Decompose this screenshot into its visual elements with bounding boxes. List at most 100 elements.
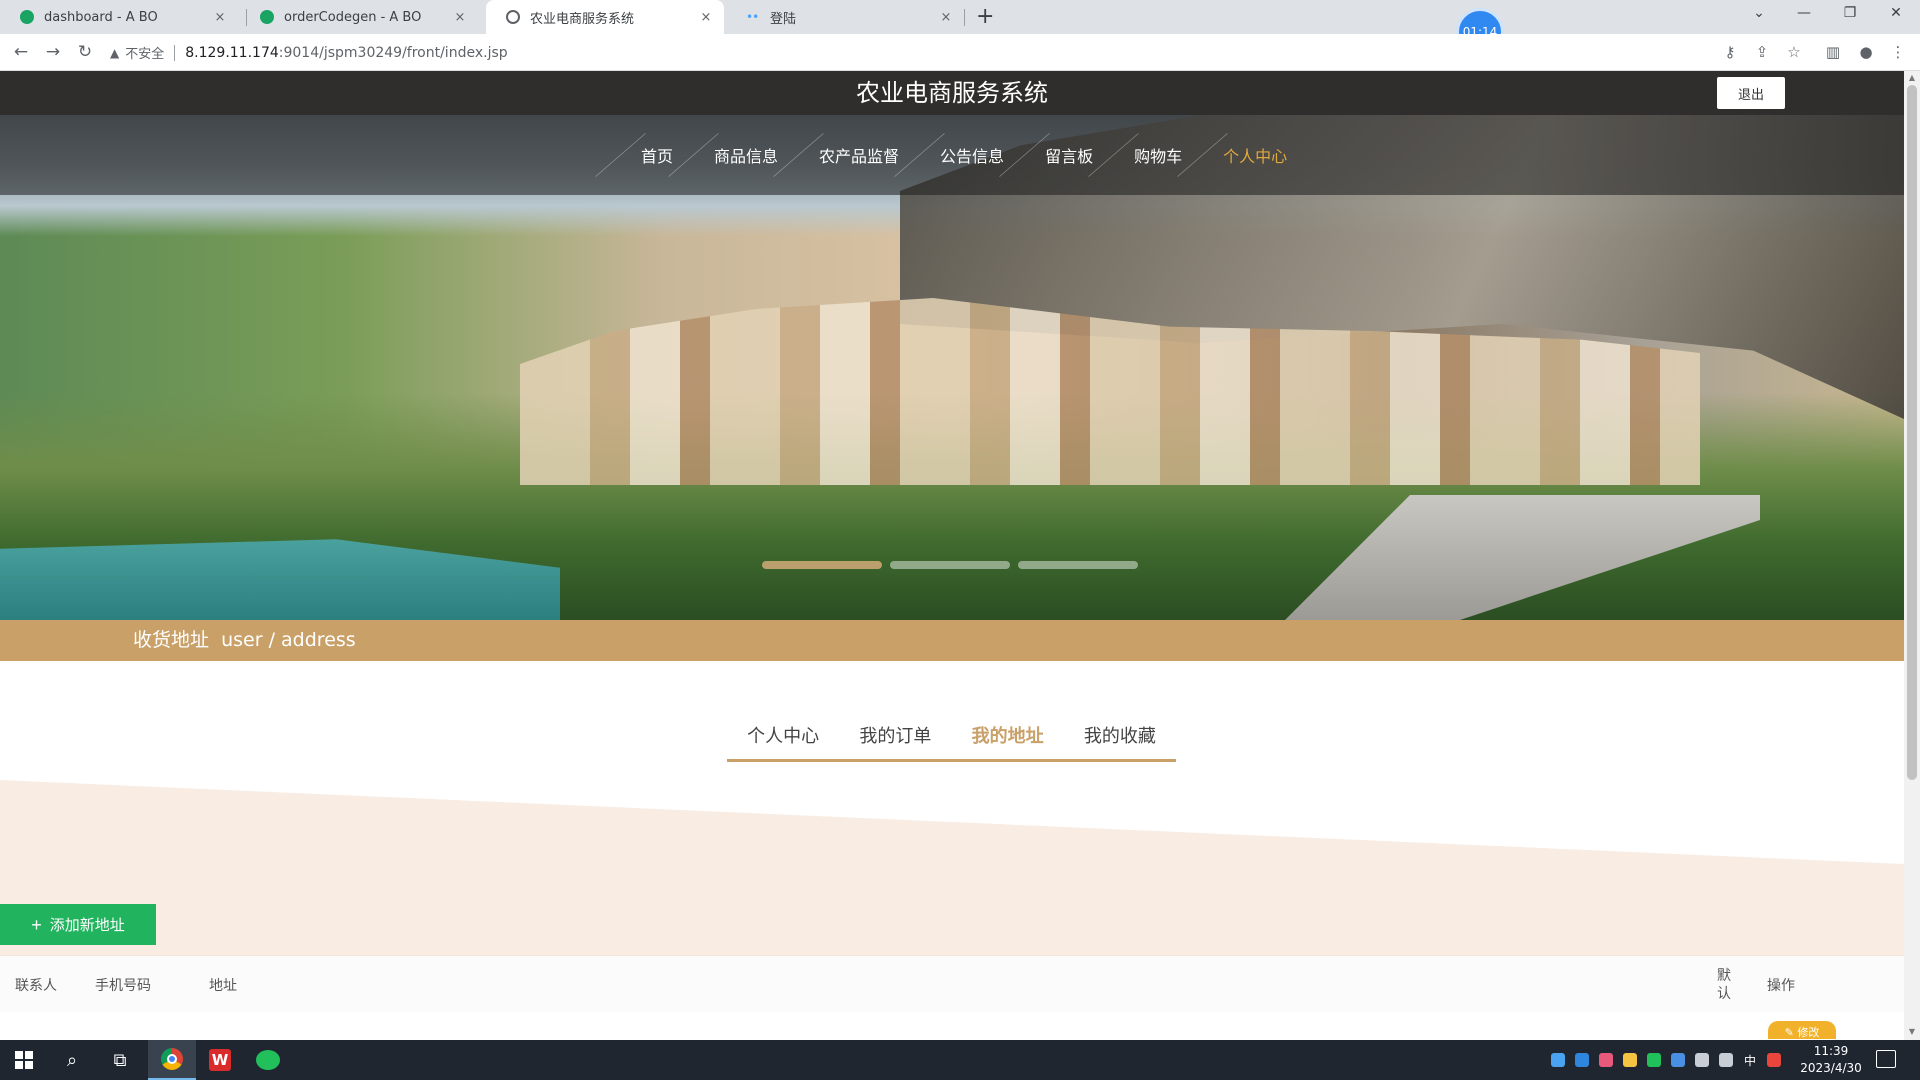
side-panel-icon[interactable]: ▥ bbox=[1823, 43, 1843, 61]
close-icon[interactable]: × bbox=[452, 10, 468, 25]
column-default: 默认 bbox=[1717, 967, 1731, 1002]
star-icon[interactable]: ☆ bbox=[1784, 43, 1804, 61]
wechat-icon bbox=[256, 1050, 280, 1070]
wps-taskbar-icon[interactable]: W bbox=[196, 1040, 244, 1080]
url-host: 8.129.11.174 bbox=[185, 44, 279, 61]
reload-icon[interactable]: ↻ bbox=[74, 42, 96, 62]
nav-item-products[interactable]: 商品信息 bbox=[694, 115, 798, 195]
restore-icon[interactable]: ❐ bbox=[1840, 5, 1860, 21]
tab-login[interactable]: •• 登陆 × bbox=[726, 0, 964, 34]
network-icon[interactable] bbox=[1695, 1053, 1709, 1067]
search-icon[interactable]: ⌕ bbox=[48, 1040, 96, 1080]
nav-item-personal-center[interactable]: 个人中心 bbox=[1203, 115, 1307, 195]
notification-icon[interactable] bbox=[1876, 1050, 1896, 1068]
banner-road bbox=[1285, 495, 1760, 620]
security-label: 不安全 bbox=[125, 47, 165, 62]
tab-personal-center[interactable]: 个人中心 bbox=[747, 722, 819, 748]
tray-app-icon[interactable] bbox=[1599, 1053, 1613, 1067]
logout-button[interactable]: 退出 bbox=[1717, 77, 1785, 109]
carousel-dot-2[interactable] bbox=[890, 561, 1010, 569]
clock-time: 11:39 bbox=[1813, 1044, 1849, 1058]
onedrive-icon[interactable] bbox=[1575, 1053, 1589, 1067]
column-phone: 手机号码 bbox=[95, 977, 151, 994]
windows-taskbar: ⌕ ⧉ W 中 11:39 2023/4/30 bbox=[0, 1040, 1920, 1080]
back-arrow-icon[interactable]: ← bbox=[10, 42, 32, 62]
tab-dashboard[interactable]: dashboard - A BO × bbox=[0, 0, 238, 34]
edit-button[interactable]: ✎ 修改 bbox=[1768, 1021, 1836, 1039]
ime-indicator[interactable]: 中 bbox=[1744, 1052, 1756, 1069]
tab-agri-ecommerce[interactable]: 农业电商服务系统 × bbox=[486, 0, 724, 34]
tab-title: orderCodegen - A BO bbox=[284, 9, 422, 25]
green-leaf-icon bbox=[260, 10, 274, 24]
decorative-wave bbox=[0, 780, 1904, 955]
wps-icon: W bbox=[209, 1049, 231, 1071]
nav-item-message-board[interactable]: 留言板 bbox=[1025, 115, 1113, 195]
close-icon[interactable]: × bbox=[938, 10, 954, 25]
column-contact: 联系人 bbox=[15, 977, 57, 994]
tab-title: dashboard - A BO bbox=[44, 9, 158, 25]
section-title-cn: 收货地址 bbox=[133, 629, 210, 651]
warning-triangle-icon: ▲ bbox=[110, 45, 120, 60]
section-title: 收货地址 user / address bbox=[133, 620, 356, 661]
column-actions: 操作 bbox=[1767, 977, 1795, 994]
sogou-input-icon[interactable] bbox=[1767, 1053, 1782, 1067]
chrome-icon bbox=[161, 1048, 183, 1070]
volume-icon[interactable] bbox=[1719, 1053, 1733, 1067]
browser-toolbar: ← → ↻ ▲ 不安全 8.129.11.174 :9014/jspm30249… bbox=[0, 34, 1920, 71]
carousel-dot-1[interactable] bbox=[762, 561, 882, 569]
chrome-taskbar-icon[interactable] bbox=[148, 1040, 196, 1080]
new-tab-button[interactable]: + bbox=[976, 4, 994, 30]
loading-dots-icon: •• bbox=[746, 10, 759, 24]
scroll-up-icon[interactable]: ▲ bbox=[1904, 73, 1920, 82]
close-icon[interactable]: × bbox=[698, 10, 714, 25]
key-icon[interactable]: ⚷ bbox=[1720, 43, 1740, 61]
share-icon[interactable]: ⇪ bbox=[1752, 43, 1772, 61]
column-address: 地址 bbox=[209, 977, 237, 994]
forward-arrow-icon[interactable]: → bbox=[42, 42, 64, 62]
tab-my-favorites[interactable]: 我的收藏 bbox=[1084, 722, 1156, 748]
window-close-icon[interactable]: ✕ bbox=[1886, 5, 1906, 21]
start-button[interactable] bbox=[0, 1040, 48, 1080]
tab-search-icon[interactable]: ⌄ bbox=[1749, 5, 1769, 21]
tray-app-icon[interactable] bbox=[1551, 1053, 1565, 1067]
site-title: 农业电商服务系统 bbox=[856, 79, 1048, 107]
carousel-dot-3[interactable] bbox=[1018, 561, 1138, 569]
green-leaf-icon bbox=[20, 10, 34, 24]
clock-date: 2023/4/30 bbox=[1800, 1061, 1862, 1075]
add-address-button[interactable]: + 添加新地址 bbox=[0, 904, 156, 945]
plus-icon: + bbox=[31, 914, 42, 935]
profile-avatar-icon[interactable]: ● bbox=[1856, 43, 1876, 61]
task-view-icon[interactable]: ⧉ bbox=[96, 1040, 144, 1080]
taskbar-clock[interactable]: 11:39 2023/4/30 bbox=[1792, 1043, 1870, 1077]
wechat-taskbar-icon[interactable] bbox=[244, 1040, 292, 1080]
carousel-indicators bbox=[762, 561, 1138, 569]
close-icon[interactable]: × bbox=[212, 10, 228, 25]
tab-my-address[interactable]: 我的地址 bbox=[972, 722, 1044, 748]
page-scrollbar[interactable]: ▲ ▼ bbox=[1904, 71, 1920, 1040]
shield-icon[interactable] bbox=[1671, 1053, 1685, 1067]
globe-icon bbox=[506, 10, 520, 24]
address-bar[interactable]: ▲ 不安全 8.129.11.174 :9014/jspm30249/front… bbox=[110, 38, 1710, 67]
qq-icon[interactable] bbox=[1623, 1053, 1637, 1067]
scrollbar-thumb[interactable] bbox=[1907, 85, 1917, 780]
nav-item-announcements[interactable]: 公告信息 bbox=[920, 115, 1024, 195]
tab-ordercodegen[interactable]: orderCodegen - A BO × bbox=[240, 0, 478, 34]
nav-item-cart[interactable]: 购物车 bbox=[1114, 115, 1202, 195]
address-table-header: 联系人 手机号码 地址 默认 操作 bbox=[0, 955, 1904, 1012]
wechat-tray-icon[interactable] bbox=[1647, 1053, 1661, 1067]
tab-separator bbox=[964, 9, 965, 26]
add-address-label: 添加新地址 bbox=[49, 917, 125, 934]
nav-item-supervision[interactable]: 农产品监督 bbox=[799, 115, 919, 195]
url-path: :9014/jspm30249/front/index.jsp bbox=[278, 44, 508, 61]
minimize-icon[interactable]: — bbox=[1794, 5, 1814, 21]
banner-water bbox=[0, 539, 560, 620]
section-title-en: user / address bbox=[221, 629, 356, 651]
nav-item-home[interactable]: 首页 bbox=[621, 115, 693, 195]
divider bbox=[174, 44, 176, 61]
scroll-down-icon[interactable]: ▼ bbox=[1904, 1027, 1920, 1036]
section-bar: 收货地址 user / address bbox=[0, 620, 1904, 661]
main-nav: 首页 商品信息 农产品监督 公告信息 留言板 购物车 个人中心 bbox=[595, 115, 1307, 195]
tab-my-orders[interactable]: 我的订单 bbox=[859, 722, 931, 748]
kebab-menu-icon[interactable]: ⋮ bbox=[1888, 43, 1908, 61]
windows-logo-icon bbox=[15, 1051, 33, 1069]
